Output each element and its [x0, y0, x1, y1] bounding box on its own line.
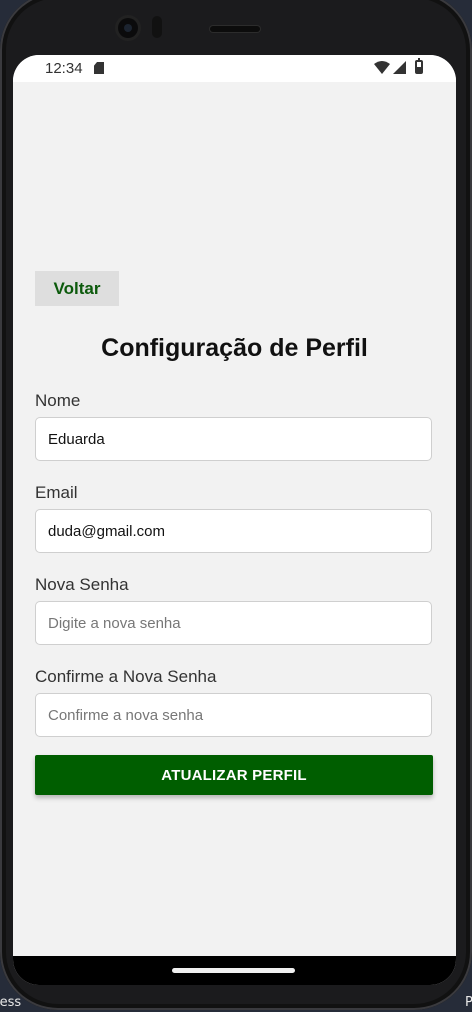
desktop-text-left: less: [0, 995, 22, 1010]
new-password-label: Nova Senha: [35, 575, 129, 594]
new-password-field[interactable]: [35, 601, 432, 645]
home-indicator[interactable]: [172, 968, 295, 973]
email-field[interactable]: [35, 509, 432, 553]
signal-icon: [393, 61, 406, 74]
navigation-bar: [13, 956, 456, 985]
name-label: Nome: [35, 391, 81, 410]
back-button[interactable]: Voltar: [35, 271, 119, 306]
battery-icon: [415, 58, 423, 74]
confirm-password-field[interactable]: [35, 693, 432, 737]
page-title: Configuração de Perfil: [101, 334, 368, 362]
name-field[interactable]: [35, 417, 432, 461]
confirm-password-label: Confirme a Nova Senha: [35, 667, 217, 686]
status-bar: 12:34: [13, 55, 456, 82]
wifi-icon: [374, 61, 390, 74]
update-profile-button[interactable]: ATUALIZAR PERFIL: [35, 755, 433, 795]
app-screen: 12:34 Voltar Configuração de Perfil Nome…: [13, 55, 456, 985]
status-time: 12:34: [45, 60, 83, 77]
desktop-text-right: Pr: [465, 995, 472, 1010]
front-camera: [118, 18, 138, 38]
email-label: Email: [35, 483, 78, 502]
proximity-sensor: [152, 16, 162, 38]
sd-card-icon: [94, 62, 104, 74]
earpiece-speaker: [210, 26, 260, 32]
